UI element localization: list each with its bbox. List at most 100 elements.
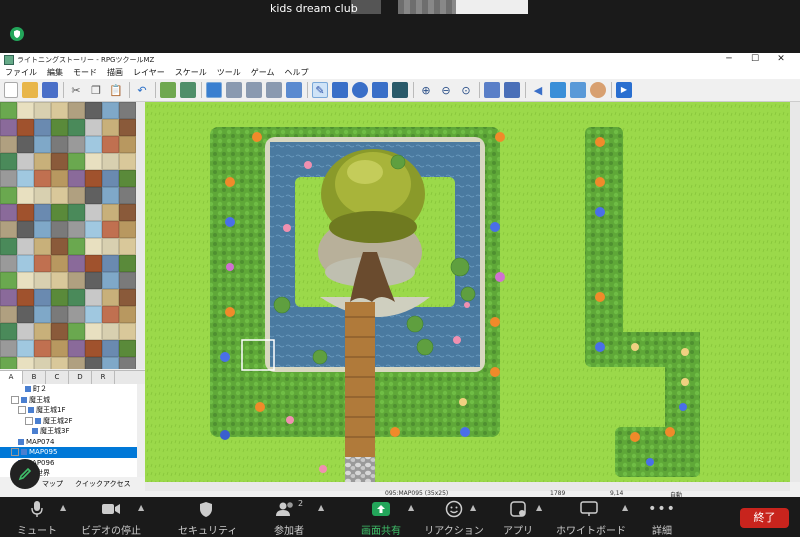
- tileset-tile[interactable]: [119, 136, 136, 153]
- layer-1-icon[interactable]: [206, 82, 222, 98]
- tileset-tile[interactable]: [17, 289, 34, 306]
- pencil-icon[interactable]: ✎: [312, 82, 328, 98]
- undo-icon[interactable]: ↶: [134, 82, 150, 98]
- tileset-tile[interactable]: [0, 136, 17, 153]
- tileset-tile[interactable]: [0, 272, 17, 289]
- tileset-tile[interactable]: [85, 153, 102, 170]
- tree-toggle-icon[interactable]: [25, 416, 33, 425]
- menu-tools[interactable]: ツール: [212, 67, 246, 78]
- menu-file[interactable]: ファイル: [0, 67, 42, 78]
- tileset-tile[interactable]: [17, 136, 34, 153]
- tileset-tile[interactable]: [68, 272, 85, 289]
- tileset-tile[interactable]: [17, 323, 34, 340]
- apps-button[interactable]: アプリ: [500, 499, 536, 537]
- tileset-tile[interactable]: [119, 119, 136, 136]
- tileset-tile[interactable]: [0, 340, 17, 357]
- tileset-tile[interactable]: [51, 306, 68, 323]
- tileset-tile[interactable]: [119, 323, 136, 340]
- share-options-caret[interactable]: ▲: [408, 503, 414, 512]
- tileset-tile[interactable]: [34, 204, 51, 221]
- tileset-tile[interactable]: [102, 221, 119, 238]
- mute-button[interactable]: ミュート: [14, 499, 60, 537]
- tileset-tile[interactable]: [0, 102, 17, 119]
- tileset-tile[interactable]: [17, 170, 34, 187]
- tileset-tile[interactable]: [119, 187, 136, 204]
- tileset-tile[interactable]: [17, 153, 34, 170]
- tileset-tile[interactable]: [51, 153, 68, 170]
- apps-options-caret[interactable]: ▲: [536, 503, 542, 512]
- tileset-tile[interactable]: [51, 238, 68, 255]
- tileset-tile[interactable]: [102, 323, 119, 340]
- audio-options-caret[interactable]: ▲: [60, 503, 66, 512]
- tileset-tile[interactable]: [102, 357, 119, 369]
- close-button[interactable]: ✕: [768, 53, 794, 66]
- tab-d[interactable]: D: [69, 371, 92, 384]
- map-horizontal-scrollbar[interactable]: [145, 482, 790, 491]
- tileset-tile[interactable]: [68, 238, 85, 255]
- security-shield-icon[interactable]: [10, 27, 24, 41]
- tileset-tile[interactable]: [0, 153, 17, 170]
- zoom-in-icon[interactable]: ⊕: [418, 82, 434, 98]
- tileset-tile[interactable]: [102, 153, 119, 170]
- tileset-tile[interactable]: [0, 306, 17, 323]
- tileset-tile[interactable]: [17, 255, 34, 272]
- minimize-button[interactable]: ─: [716, 53, 742, 66]
- map-mode-icon[interactable]: [160, 82, 176, 98]
- tileset-tile[interactable]: [102, 102, 119, 119]
- annotate-pen-icon[interactable]: [10, 459, 40, 489]
- share-screen-button[interactable]: 画面共有: [356, 499, 406, 537]
- tileset-tile[interactable]: [85, 119, 102, 136]
- map-tree-scrollbar[interactable]: [137, 384, 145, 477]
- map-canvas[interactable]: [145, 102, 790, 482]
- map-tree-item[interactable]: MAP074: [0, 437, 137, 448]
- save-project-icon[interactable]: [42, 82, 58, 98]
- tab-quick-access[interactable]: クイックアクセス: [69, 479, 137, 489]
- tileset-tile[interactable]: [102, 306, 119, 323]
- tileset-tile[interactable]: [34, 306, 51, 323]
- tileset-tile[interactable]: [119, 153, 136, 170]
- tileset-tile[interactable]: [68, 136, 85, 153]
- menu-layer[interactable]: レイヤー: [128, 67, 170, 78]
- tileset-tile[interactable]: [68, 357, 85, 369]
- new-project-icon[interactable]: [4, 82, 18, 98]
- tileset-tile[interactable]: [119, 204, 136, 221]
- tileset-tile[interactable]: [0, 187, 17, 204]
- tileset-tile[interactable]: [85, 289, 102, 306]
- tileset-tile[interactable]: [34, 255, 51, 272]
- tileset-tile[interactable]: [17, 272, 34, 289]
- tileset-tile[interactable]: [68, 153, 85, 170]
- tileset-tile[interactable]: [51, 340, 68, 357]
- tileset-tile[interactable]: [34, 357, 51, 369]
- open-project-icon[interactable]: [22, 82, 38, 98]
- tileset-tile[interactable]: [119, 306, 136, 323]
- tileset-tile[interactable]: [34, 221, 51, 238]
- participant-video-thumb[interactable]: [398, 0, 456, 14]
- tileset-tile[interactable]: [0, 238, 17, 255]
- tileset-tile[interactable]: [51, 204, 68, 221]
- menu-draw[interactable]: 描画: [102, 67, 128, 78]
- tileset-tile[interactable]: [17, 204, 34, 221]
- tileset-tile[interactable]: [119, 272, 136, 289]
- whiteboard-button[interactable]: ホワイトボード: [556, 499, 626, 537]
- stop-video-button[interactable]: ビデオの停止: [80, 499, 142, 537]
- tileset-tile[interactable]: [119, 238, 136, 255]
- tab-a[interactable]: A: [0, 371, 23, 384]
- participants-button[interactable]: 2 参加者: [266, 499, 312, 537]
- tileset-tile[interactable]: [17, 102, 34, 119]
- zoom-out-icon[interactable]: ⊖: [438, 82, 454, 98]
- tileset-tile[interactable]: [51, 272, 68, 289]
- copy-icon[interactable]: ❐: [88, 82, 104, 98]
- participants-options-caret[interactable]: ▲: [318, 503, 324, 512]
- map-tree-item[interactable]: 魔王城: [0, 395, 137, 406]
- tileset-tile[interactable]: [51, 119, 68, 136]
- tileset-tile[interactable]: [34, 187, 51, 204]
- tileset-tile[interactable]: [68, 170, 85, 187]
- tileset-tile[interactable]: [17, 119, 34, 136]
- tileset-tile[interactable]: [85, 136, 102, 153]
- tileset-tile[interactable]: [68, 187, 85, 204]
- tileset-tile[interactable]: [34, 272, 51, 289]
- tileset-tile[interactable]: [17, 340, 34, 357]
- tileset-tile[interactable]: [68, 102, 85, 119]
- tileset-tile[interactable]: [51, 323, 68, 340]
- tileset-tile[interactable]: [85, 204, 102, 221]
